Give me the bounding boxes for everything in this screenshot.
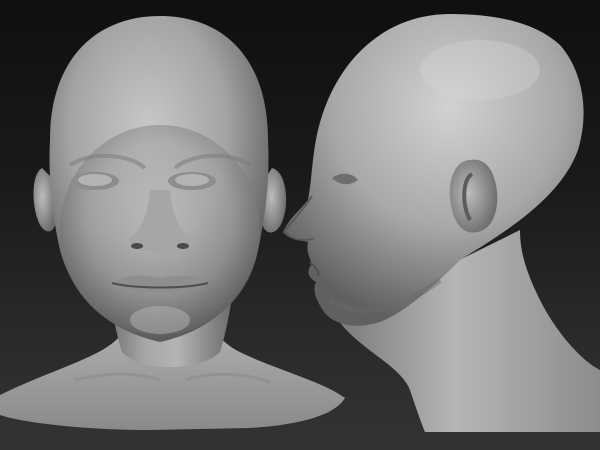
profile-view-head [282,14,600,432]
profile-ear [449,159,498,233]
sculpt-render [0,14,600,432]
render-viewport [0,0,600,450]
